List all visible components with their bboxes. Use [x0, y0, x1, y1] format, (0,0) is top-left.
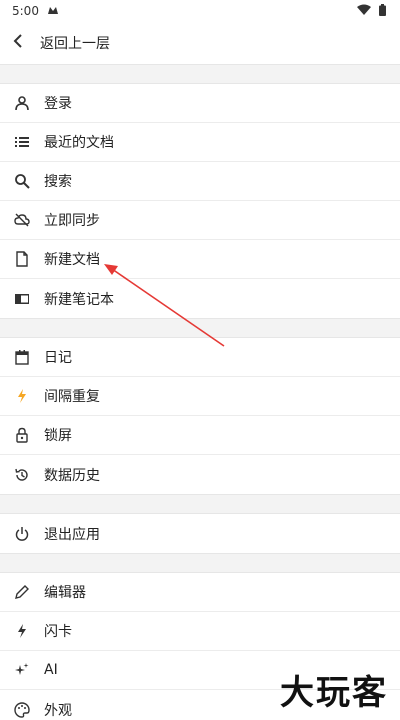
lock-icon: [12, 425, 32, 445]
bolt-icon: [12, 386, 32, 406]
menu-item-label: 新建文档: [44, 252, 100, 268]
section-divider: [0, 64, 400, 84]
menu-item-label: 间隔重复: [44, 389, 100, 405]
menu-item-flashcards[interactable]: 闪卡: [0, 612, 400, 651]
menu-section-main: 登录 最近的文档 搜索 立即同步 新建文档 新建笔记本: [0, 84, 400, 318]
section-divider: [0, 494, 400, 514]
menu-item-label: 数据历史: [44, 467, 100, 484]
notebook-icon: [12, 289, 32, 309]
menu-section-exit: 退出应用: [0, 514, 400, 553]
calendar-icon: [12, 347, 32, 367]
notification-icon: [47, 4, 59, 18]
status-bar: 5:00: [0, 0, 400, 22]
menu-item-label: 退出应用: [44, 526, 100, 543]
menu-item-label: 搜索: [44, 174, 72, 190]
menu-item-label: 外观: [44, 702, 72, 719]
wifi-icon: [357, 4, 371, 18]
status-time: 5:00: [12, 4, 39, 18]
menu-item-label: AI: [44, 662, 58, 678]
menu-item-login[interactable]: 登录: [0, 84, 400, 123]
menu-item-label: 登录: [44, 96, 72, 112]
chevron-left-icon: [12, 34, 24, 52]
menu-item-recent-docs[interactable]: 最近的文档: [0, 123, 400, 162]
menu-item-editor[interactable]: 编辑器: [0, 573, 400, 612]
menu-item-label: 最近的文档: [44, 135, 114, 151]
menu-item-label: 闪卡: [44, 624, 72, 640]
menu-item-label: 立即同步: [44, 213, 100, 229]
menu-item-label: 锁屏: [44, 428, 72, 444]
menu-item-new-notebook[interactable]: 新建笔记本: [0, 279, 400, 318]
list-icon: [12, 132, 32, 152]
menu-item-new-document[interactable]: 新建文档: [0, 240, 400, 279]
back-label: 返回上一层: [40, 36, 110, 52]
menu-section-tools: 日记 间隔重复 锁屏 数据历史: [0, 338, 400, 494]
section-divider: [0, 318, 400, 338]
sparkle-icon: [12, 660, 32, 680]
palette-icon: [12, 700, 32, 720]
watermark-logo: 大玩客: [280, 673, 388, 713]
search-icon: [12, 171, 32, 191]
back-button[interactable]: 返回上一层: [0, 22, 400, 64]
menu-item-label: 日记: [44, 350, 72, 366]
power-icon: [12, 524, 32, 544]
menu-item-spaced-repetition[interactable]: 间隔重复: [0, 377, 400, 416]
menu-item-lock-screen[interactable]: 锁屏: [0, 416, 400, 455]
menu-item-exit-app[interactable]: 退出应用: [0, 514, 400, 553]
flash-icon: [12, 621, 32, 641]
menu-item-data-history[interactable]: 数据历史: [0, 455, 400, 494]
cloud-off-icon: [12, 210, 32, 230]
user-icon: [12, 93, 32, 113]
battery-icon: [379, 3, 386, 19]
section-divider: [0, 553, 400, 573]
history-icon: [12, 465, 32, 485]
menu-item-label: 编辑器: [44, 585, 86, 601]
pencil-icon: [12, 582, 32, 602]
menu-item-diary[interactable]: 日记: [0, 338, 400, 377]
menu-item-sync-now[interactable]: 立即同步: [0, 201, 400, 240]
menu-item-search[interactable]: 搜索: [0, 162, 400, 201]
menu-item-label: 新建笔记本: [44, 291, 114, 308]
document-icon: [12, 249, 32, 269]
